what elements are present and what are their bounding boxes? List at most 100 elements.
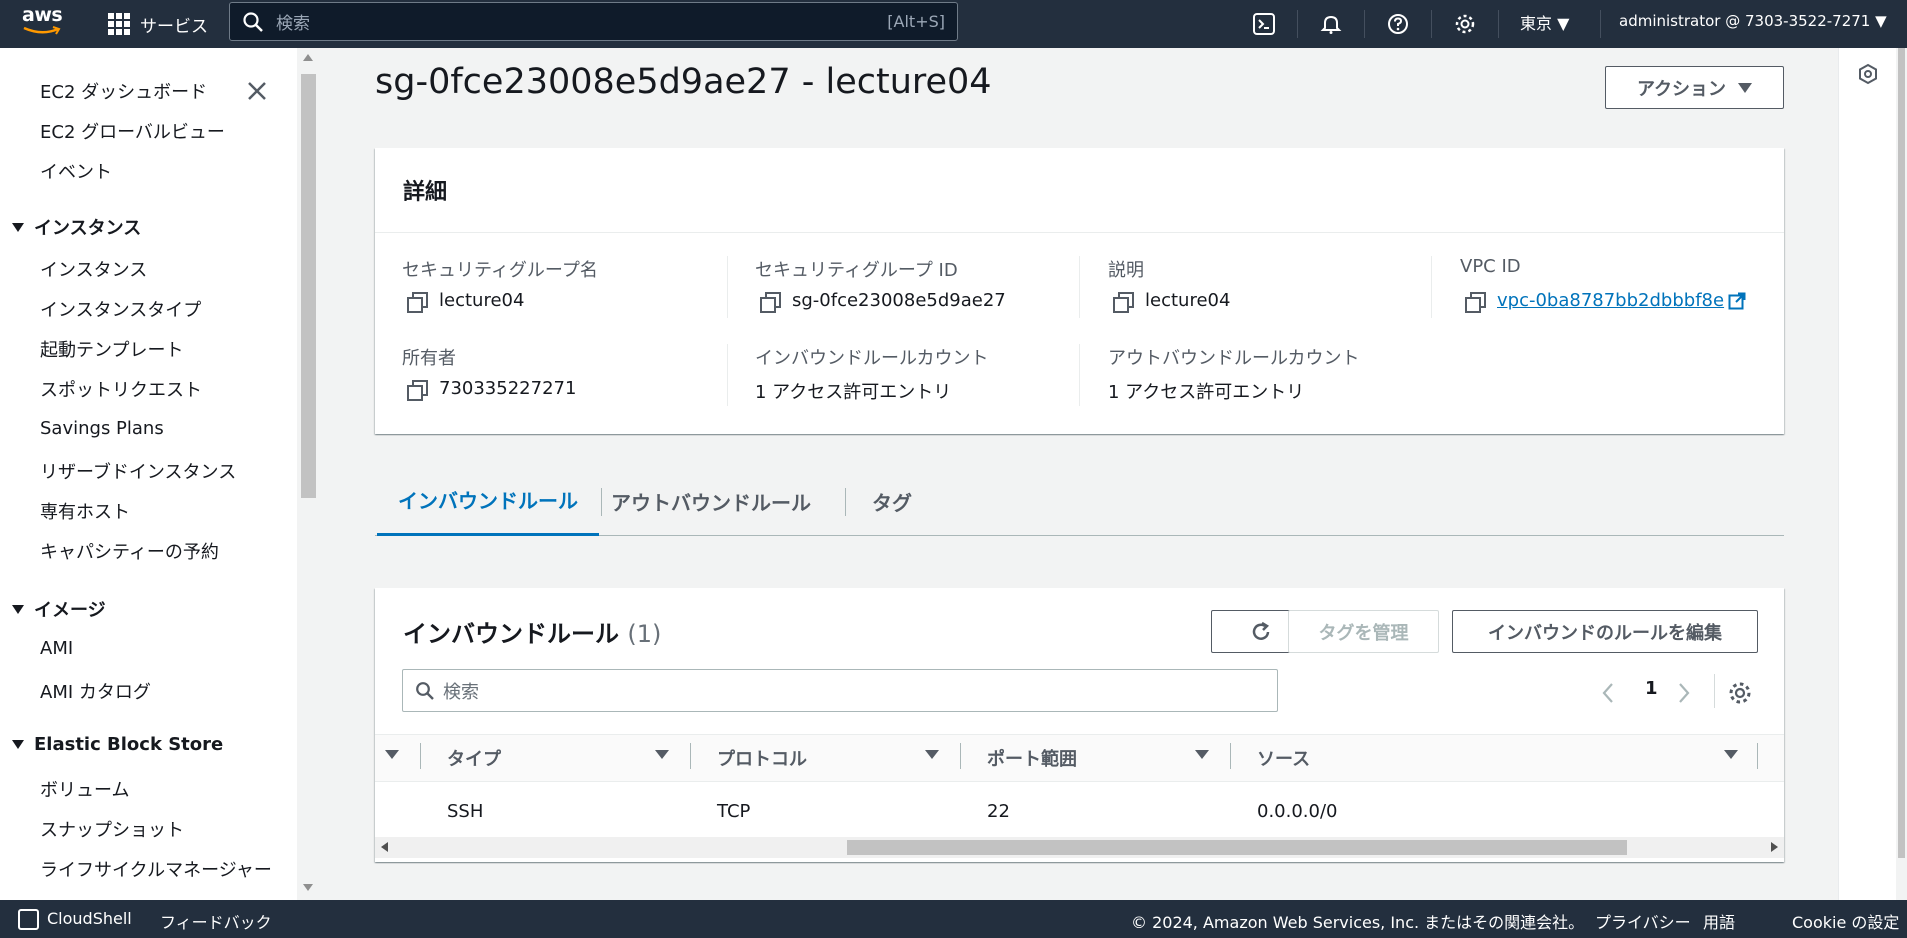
search-icon bbox=[243, 11, 263, 32]
global-search-input[interactable]: 検索 [Alt+S] bbox=[229, 2, 958, 41]
footer-copyright: © 2024, Amazon Web Services, Inc. またはその関… bbox=[1131, 913, 1585, 932]
nav-savings-plans[interactable]: Savings Plans bbox=[40, 418, 164, 439]
nav-volumes[interactable]: ボリューム bbox=[40, 776, 129, 802]
nav-section-instances[interactable]: インスタンス bbox=[12, 214, 141, 240]
cell-source: 0.0.0.0/0 bbox=[1257, 801, 1338, 822]
scroll-down-arrow-icon[interactable] bbox=[303, 884, 313, 891]
vpc-id-value: vpc-0ba8787bb2dbbbf8e bbox=[1465, 290, 1746, 313]
current-page[interactable]: 1 bbox=[1645, 678, 1658, 699]
sort-caret-icon[interactable] bbox=[655, 750, 669, 759]
copy-icon[interactable] bbox=[1113, 291, 1134, 313]
aws-logo[interactable]: aws bbox=[22, 4, 64, 42]
nav-ec2-dashboard[interactable]: EC2 ダッシュボード bbox=[40, 78, 207, 104]
inbound-rules-heading: インバウンドルール (1) bbox=[403, 620, 662, 648]
sg-name-value: lecture04 bbox=[407, 290, 524, 313]
chevron-left-icon[interactable] bbox=[1601, 682, 1615, 704]
sidenav-scrollbar[interactable] bbox=[297, 48, 320, 900]
aws-logo-text: aws bbox=[22, 4, 63, 26]
nav-launch-templates[interactable]: 起動テンプレート bbox=[40, 336, 183, 362]
owner-label: 所有者 bbox=[402, 348, 456, 369]
preferences-gear-icon[interactable] bbox=[1727, 680, 1753, 706]
edit-inbound-rules-button[interactable]: インバウンドのルールを編集 bbox=[1452, 610, 1758, 653]
owner-value: 730335227271 bbox=[407, 378, 576, 401]
sort-caret-icon[interactable] bbox=[1195, 750, 1209, 759]
notifications-bell-icon[interactable] bbox=[1315, 8, 1347, 40]
services-menu-button[interactable]: サービス bbox=[108, 8, 208, 40]
copy-icon[interactable] bbox=[407, 379, 428, 401]
footer-feedback-link[interactable]: フィードバック bbox=[160, 909, 272, 933]
column-header-port-range[interactable]: ポート範囲 bbox=[987, 745, 1077, 771]
nav-snapshots[interactable]: スナップショット bbox=[40, 816, 184, 842]
details-header: 詳細 bbox=[375, 148, 1784, 233]
copy-icon[interactable] bbox=[407, 291, 428, 313]
scroll-left-arrow-icon[interactable] bbox=[381, 842, 388, 852]
sg-id-label: セキュリティグループ ID bbox=[755, 260, 958, 281]
actions-button[interactable]: アクション bbox=[1605, 66, 1784, 109]
copy-icon[interactable] bbox=[760, 291, 781, 313]
nav-section-images[interactable]: イメージ bbox=[12, 596, 106, 622]
inbound-count-value: 1 アクセス許可エントリ bbox=[755, 382, 952, 403]
details-panel: 詳細 セキュリティグループ名 lecture04 セキュリティグループ ID s… bbox=[375, 148, 1784, 434]
page-title: sg-0fce23008e5d9ae27 - lecture04 bbox=[375, 62, 992, 102]
column-header-type[interactable]: タイプ bbox=[447, 745, 501, 771]
search-icon bbox=[416, 681, 434, 700]
nav-ami[interactable]: AMI bbox=[40, 638, 73, 659]
region-selector[interactable]: 東京 ▼ bbox=[1520, 10, 1569, 34]
column-header-protocol[interactable]: プロトコル bbox=[717, 745, 807, 771]
nav-instances[interactable]: インスタンス bbox=[40, 256, 147, 282]
vpc-id-link[interactable]: vpc-0ba8787bb2dbbbf8e bbox=[1497, 290, 1724, 311]
grid-icon bbox=[108, 13, 130, 35]
tab-outbound-rules[interactable]: アウトバウンドルール bbox=[601, 466, 821, 536]
footer-cookie-link[interactable]: Cookie の設定 bbox=[1792, 909, 1899, 933]
external-link-icon[interactable] bbox=[1728, 292, 1746, 310]
nav-dedicated-hosts[interactable]: 専有ホスト bbox=[40, 498, 130, 524]
copy-icon[interactable] bbox=[1465, 291, 1486, 313]
manage-tags-button[interactable]: タグを管理 bbox=[1288, 610, 1439, 653]
tab-tags[interactable]: タグ bbox=[845, 466, 939, 536]
cell-type: SSH bbox=[447, 801, 484, 822]
nav-instance-types[interactable]: インスタンスタイプ bbox=[40, 296, 201, 322]
page-scrollbar[interactable] bbox=[1896, 48, 1907, 900]
scroll-up-arrow-icon[interactable] bbox=[303, 54, 313, 61]
chevron-right-icon[interactable] bbox=[1677, 682, 1691, 704]
vpc-id-label: VPC ID bbox=[1460, 256, 1521, 277]
nav-capacity-reservations[interactable]: キャパシティーの予約 bbox=[40, 538, 219, 564]
info-panel-icon[interactable] bbox=[1856, 62, 1880, 86]
close-icon[interactable] bbox=[244, 78, 270, 104]
column-caret-icon[interactable] bbox=[385, 750, 399, 759]
nav-spot-requests[interactable]: スポットリクエスト bbox=[40, 376, 202, 402]
scrollbar-thumb[interactable] bbox=[301, 74, 316, 498]
footer-privacy-link[interactable]: プライバシー bbox=[1595, 909, 1691, 933]
footer-terms-link[interactable]: 用語 bbox=[1703, 909, 1735, 933]
account-menu[interactable]: administrator @ 7303-3522-7271 ▼ bbox=[1619, 12, 1887, 30]
scrollbar-thumb[interactable] bbox=[847, 840, 1627, 855]
help-icon[interactable] bbox=[1382, 8, 1414, 40]
nav-lifecycle-manager[interactable]: ライフサイクルマネージャー bbox=[40, 856, 272, 882]
search-placeholder: 検索 bbox=[276, 14, 310, 34]
refresh-icon bbox=[1252, 621, 1270, 640]
sort-caret-icon[interactable] bbox=[925, 750, 939, 759]
cloudshell-icon[interactable] bbox=[1248, 8, 1280, 40]
nav-section-ebs[interactable]: Elastic Block Store bbox=[12, 734, 223, 755]
cloudshell-icon[interactable] bbox=[18, 909, 39, 930]
table-header bbox=[375, 734, 1784, 782]
settings-gear-icon[interactable] bbox=[1449, 8, 1481, 40]
rules-search-input[interactable]: 検索 bbox=[402, 669, 1278, 712]
nav-events[interactable]: イベント bbox=[40, 158, 112, 184]
scrollbar-thumb[interactable] bbox=[1898, 48, 1905, 858]
inbound-rules-count: (1) bbox=[627, 620, 662, 648]
caret-down-icon bbox=[12, 222, 24, 232]
nav-ec2-global-view[interactable]: EC2 グローバルビュー bbox=[40, 118, 225, 144]
account-label: administrator @ 7303-3522-7271 bbox=[1619, 12, 1871, 30]
nav-ami-catalog[interactable]: AMI カタログ bbox=[40, 678, 151, 704]
tab-inbound-rules[interactable]: インバウンドルール bbox=[377, 466, 599, 536]
footer: CloudShell フィードバック © 2024, Amazon Web Se… bbox=[0, 900, 1907, 938]
sg-id-value: sg-0fce23008e5d9ae27 bbox=[760, 290, 1006, 313]
sort-caret-icon[interactable] bbox=[1724, 750, 1738, 759]
table-horizontal-scrollbar[interactable] bbox=[375, 837, 1784, 858]
actions-label: アクション bbox=[1636, 78, 1727, 100]
scroll-right-arrow-icon[interactable] bbox=[1771, 842, 1778, 852]
column-header-source[interactable]: ソース bbox=[1257, 745, 1310, 771]
nav-reserved-instances[interactable]: リザーブドインスタンス bbox=[40, 458, 236, 484]
footer-cloudshell-link[interactable]: CloudShell bbox=[47, 909, 132, 928]
